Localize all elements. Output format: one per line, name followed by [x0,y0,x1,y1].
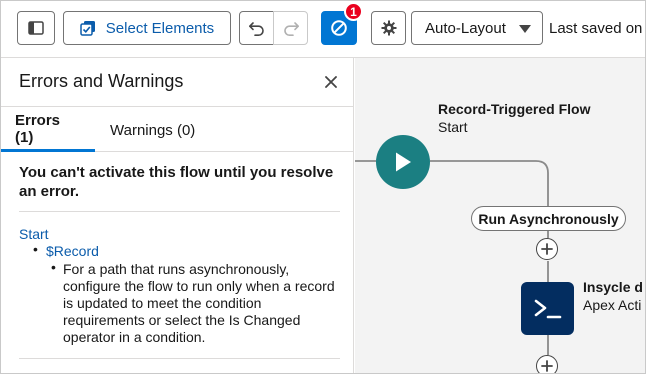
bullet: • [51,259,56,275]
last-saved-status: Last saved on [549,20,643,37]
panel-title: Errors and Warnings [19,71,184,91]
panel-toggle-icon [28,21,44,35]
play-icon [396,152,411,172]
error-field-link[interactable]: $Record [46,243,99,259]
plus-icon [541,243,553,255]
chevron-down-icon [519,25,531,33]
start-node-subtitle: Start [438,119,468,135]
add-element-button[interactable] [536,238,558,260]
flow-canvas[interactable]: Record-Triggered Flow Start Run Asynchro… [355,58,645,373]
error-element-link[interactable]: Start [19,226,49,242]
panel-header: Errors and Warnings [1,58,353,107]
error-detail-text: For a path that runs asynchronously, con… [63,261,335,345]
error-count-badge: 1 [344,2,363,21]
divider [19,358,340,359]
bullet: • [33,241,38,257]
toolbar: Select Elements 1 Auto-Layout Last saved… [1,1,645,58]
path-label-run-asynchronously[interactable]: Run Asynchronously [471,206,626,231]
apex-action-node[interactable] [521,282,574,335]
gear-icon [381,20,396,36]
error-ban-icon [331,20,347,36]
apex-action-title: Insycle d [583,279,643,295]
add-element-button[interactable] [536,355,558,373]
errors-warnings-panel: Errors and Warnings Errors (1) Warnings … [1,58,354,373]
layout-mode-value: Auto-Layout [425,19,506,37]
undo-icon [248,22,264,36]
redo-button[interactable] [273,11,308,45]
apex-action-subtitle: Apex Acti [583,297,642,313]
tab-errors[interactable]: Errors (1) [1,108,95,152]
tab-warnings[interactable]: Warnings (0) [96,108,209,152]
panel-tabs: Errors (1) Warnings (0) [1,108,353,152]
close-panel-button[interactable] [321,72,341,92]
toggle-panel-button[interactable] [17,11,55,45]
close-icon [325,76,337,88]
activation-error-message: You can't activate this flow until you r… [19,164,334,200]
undo-button[interactable] [239,11,274,45]
settings-button[interactable] [371,11,406,45]
divider [19,211,340,212]
select-elements-button[interactable]: Select Elements [63,11,231,45]
apex-terminal-icon [534,299,561,318]
select-elements-icon [80,21,95,36]
flow-builder-window: Select Elements 1 Auto-Layout Last saved… [0,0,646,374]
start-node[interactable] [376,135,430,189]
start-node-title: Record-Triggered Flow [438,101,591,117]
redo-icon [283,22,299,36]
layout-mode-select[interactable]: Auto-Layout [411,11,543,45]
plus-icon [541,360,553,372]
select-elements-label: Select Elements [105,19,215,37]
